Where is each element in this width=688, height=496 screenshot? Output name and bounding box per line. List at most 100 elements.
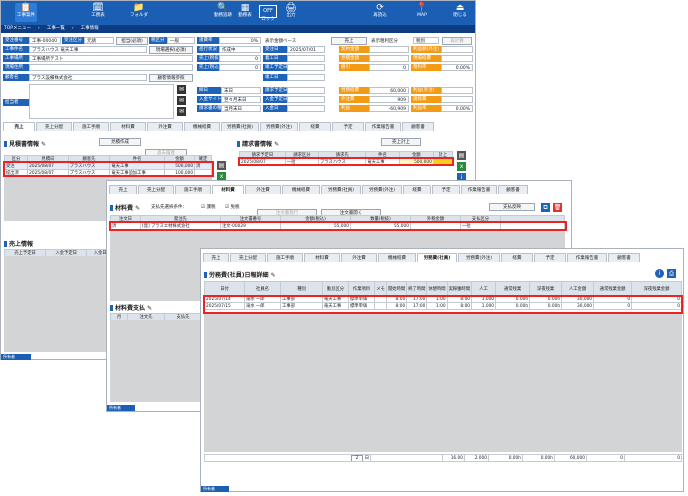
project-button[interactable]: 📋 工事案件 [15, 3, 37, 22]
tab-customer-doc[interactable]: 顧客書 [498, 185, 528, 194]
excel-icon-2[interactable]: x [457, 162, 466, 171]
tab-expense[interactable]: 経費 [403, 185, 431, 194]
map-button[interactable]: 📍 MAP [411, 3, 433, 22]
pen-icon[interactable]: ✎ [135, 205, 140, 212]
progress-select[interactable]: 作成中 [219, 46, 261, 53]
tab-material[interactable]: 材料費 [110, 122, 146, 131]
table-row[interactable]: 2025/08/07 一括 プラスハウス 竜天工事 500,000 [239, 158, 454, 166]
apply-payment-button[interactable]: 支払反映 [489, 203, 535, 211]
project-name-field[interactable]: プラスハウス 竜天工事 [29, 46, 147, 53]
completion-plan-field[interactable] [287, 64, 325, 71]
deposit-date-field[interactable] [287, 105, 325, 112]
deposit-plan-field[interactable] [287, 96, 325, 103]
tab-labor-staff[interactable]: 労務費(社員) [417, 253, 457, 262]
tab-material[interactable]: 材料費 [212, 185, 244, 194]
taxable-checkbox[interactable]: ☑ 課税 [201, 204, 215, 210]
attendance-search-button[interactable]: 🔍 勤務追跡 [212, 3, 234, 22]
tab-sales[interactable]: 売上 [3, 122, 35, 131]
table-row[interactable]: 2025/07/14 滝水 一郎 工事部 竜天工事 標準単価 8:00 17:00 1:00 8… [204, 295, 682, 303]
site-address-field[interactable] [29, 64, 193, 71]
customer-info-button[interactable]: 顧客情報参照 [149, 74, 193, 82]
mail-icon-2[interactable]: ✉ [177, 96, 186, 105]
table-row[interactable]: 提出済 2025/08/07 プラスハウス 竜天工事追加工事 100,000 [3, 169, 212, 177]
info-icon[interactable]: i [655, 269, 664, 278]
assignee-button[interactable]: 担当(必須) [116, 37, 148, 45]
doc-icon[interactable]: ▤ [217, 161, 226, 170]
printer-icon[interactable]: ⎙ [667, 269, 676, 278]
invoice-type-field[interactable]: 当月末日 [221, 105, 261, 112]
tab-sales-split[interactable]: 売上分配 [138, 185, 174, 194]
payment-site-field[interactable]: 翌々月末日 [221, 96, 261, 103]
tab-sales-split[interactable]: 売上分配 [36, 122, 72, 131]
tab-labor-out[interactable]: 労務費(外注) [458, 253, 500, 262]
tab-report[interactable]: 作業報告書 [461, 185, 497, 194]
tab-labor-out[interactable]: 労務費(外注) [260, 122, 298, 131]
tab-procedure[interactable]: 施工手順 [175, 185, 211, 194]
tab-customer-doc[interactable]: 顧客書 [402, 122, 434, 131]
start-date-field[interactable] [287, 55, 325, 62]
tab-customer-doc[interactable]: 顧客書 [608, 253, 640, 262]
attendance-button[interactable]: ▦ 勤務表 [234, 3, 256, 22]
create-estimate-button[interactable]: 見積作成 [99, 138, 141, 146]
tax-type-select[interactable]: 一般 [167, 37, 195, 44]
order-type-select[interactable]: 元請 [84, 37, 114, 44]
tab-procedure[interactable]: 施工手順 [73, 122, 109, 131]
pen-icon[interactable]: ✎ [274, 141, 279, 148]
lock-button[interactable]: OFF ロック [257, 3, 279, 22]
mail-icon-3[interactable]: ✉ [177, 107, 186, 116]
pen-icon[interactable]: ✎ [41, 141, 46, 148]
tab-machine[interactable]: 機械経費 [184, 122, 220, 131]
customer-field[interactable]: プラス設備株式会社 [29, 74, 147, 81]
tab-outsource[interactable]: 外注費 [245, 185, 281, 194]
tab-machine[interactable]: 機械経費 [378, 253, 416, 262]
pen-icon[interactable]: ✎ [271, 272, 276, 279]
person-field[interactable] [29, 84, 174, 119]
tab-expense[interactable]: 経費 [299, 122, 331, 131]
order-no-field[interactable]: 工事-00040 [29, 37, 61, 44]
folder-button[interactable]: 📁 フォルダ [128, 3, 150, 22]
expense-rate-field[interactable]: 0% [219, 37, 261, 44]
closing-day-field[interactable]: 末日 [221, 87, 261, 94]
recalc-button[interactable]: 再計算 [442, 37, 472, 45]
mail-icon[interactable]: ✉ [177, 85, 186, 94]
table-row[interactable]: 済 [発] プラスエ材株式会社 注文-00029 55,000 55,000 一括 [110, 222, 565, 230]
tab-material[interactable]: 材料費 [304, 253, 340, 262]
pen-icon[interactable]: ✎ [147, 305, 152, 312]
order-date-field[interactable]: 2025/07/01 [287, 46, 325, 53]
breadcrumb-list[interactable]: 工事一覧 [47, 26, 65, 31]
billing-plan-field[interactable] [287, 87, 325, 94]
post-sales-button[interactable]: 売上計上 [381, 138, 421, 146]
tab-labor-staff[interactable]: 労務費(社員) [221, 122, 259, 131]
tab-sales[interactable]: 売上 [203, 253, 229, 262]
delete-icon[interactable]: 🗑 [553, 203, 562, 212]
reload-button[interactable]: ⟳ 再読込 [369, 3, 391, 22]
amount-base-select[interactable]: 売上 [331, 37, 367, 45]
tab-plan[interactable]: 予定 [534, 253, 566, 262]
schedule-button[interactable]: 🗓 工務表 [87, 3, 109, 22]
tab-sales[interactable]: 売上 [109, 185, 137, 194]
table-row[interactable]: 2025/07/15 滝水 一郎 工事部 竜天工事 標準単価 8:00 17:00 1:00 8… [204, 302, 682, 310]
tab-outsource[interactable]: 外注費 [341, 253, 377, 262]
tab-procedure[interactable]: 施工手順 [267, 253, 303, 262]
tab-labor-out[interactable]: 労務費(外注) [362, 185, 402, 194]
tab-plan[interactable]: 予定 [432, 185, 460, 194]
copy-icon[interactable]: ⧉ [541, 203, 550, 212]
tab-plan[interactable]: 予定 [332, 122, 364, 131]
site-field[interactable]: 工事場所テスト [29, 55, 193, 62]
tab-report[interactable]: 作業報告書 [567, 253, 607, 262]
tab-report[interactable]: 作業報告書 [365, 122, 401, 131]
close-button[interactable]: ⏏ 閉じる [449, 3, 471, 22]
site-select-button[interactable]: 現場選択(必須) [149, 46, 193, 54]
tab-expense[interactable]: 経費 [501, 253, 533, 262]
tab-sales-split[interactable]: 売上分配 [230, 253, 266, 262]
print-button[interactable]: 🖨 出力 [280, 3, 302, 22]
exempt-checkbox[interactable]: ☑ 免税 [225, 204, 239, 210]
doc-icon-2[interactable]: ▤ [457, 151, 466, 160]
tab-machine[interactable]: 機械経費 [282, 185, 320, 194]
completion-date-field[interactable] [287, 74, 325, 81]
breadcrumb-top[interactable]: TOPメニュー [4, 26, 31, 31]
tab-outsource[interactable]: 外注費 [147, 122, 183, 131]
tab-labor-staff[interactable]: 労務費(社員) [321, 185, 361, 194]
profit-type-select[interactable]: 税別 [413, 37, 439, 44]
table-row[interactable]: 受注 2025/08/07 プラスハウス 竜天工事 500,000 済 [3, 162, 212, 170]
